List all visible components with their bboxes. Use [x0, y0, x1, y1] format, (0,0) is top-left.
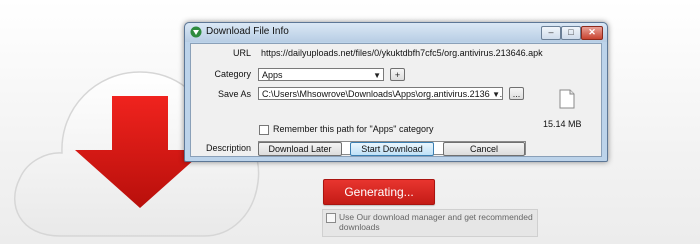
save-as-label: Save As — [217, 89, 251, 99]
start-download-button[interactable]: Start Download — [350, 142, 434, 156]
download-later-button[interactable]: Download Later — [258, 142, 342, 156]
cancel-button[interactable]: Cancel — [443, 142, 525, 156]
url-value: https://dailyuploads.net/files/0/ykuktdb… — [261, 48, 543, 58]
generating-button[interactable]: Generating... — [323, 179, 435, 205]
remember-path-checkbox[interactable] — [259, 125, 269, 135]
download-manager-text: Use Our download manager and get recomme… — [339, 212, 533, 232]
dialog-title: Download File Info — [206, 26, 289, 37]
description-label: Description — [205, 143, 251, 153]
browse-button[interactable]: ... — [509, 87, 524, 100]
dropdown-arrow-icon: ▼ — [490, 88, 500, 99]
remember-path-label: Remember this path for "Apps" category — [273, 124, 434, 134]
file-size: 15.14 MB — [543, 119, 582, 129]
download-manager-option[interactable]: Use Our download manager and get recomme… — [322, 209, 538, 237]
save-as-select[interactable]: C:\Users\Mhsowrove\Downloads\Apps\org.an… — [258, 87, 503, 100]
dropdown-arrow-icon: ▼ — [373, 71, 381, 80]
category-label: Category — [214, 69, 251, 79]
close-button[interactable]: ✕ — [581, 26, 603, 40]
app-logo-icon — [190, 26, 202, 38]
save-as-value: C:\Users\Mhsowrove\Downloads\Apps\org.an… — [262, 89, 503, 99]
download-file-info-dialog: Download File Info – □ ✕ URL https://dai… — [184, 22, 608, 162]
dialog-titlebar[interactable]: Download File Info – □ ✕ — [185, 23, 607, 42]
file-icon — [559, 89, 575, 109]
category-value: Apps — [262, 70, 283, 80]
minimize-button[interactable]: – — [541, 26, 561, 40]
dialog-body: URL https://dailyuploads.net/files/0/yku… — [190, 43, 602, 157]
add-category-button[interactable]: + — [390, 68, 405, 81]
download-manager-checkbox[interactable] — [326, 213, 336, 223]
url-label: URL — [232, 48, 251, 58]
maximize-button[interactable]: □ — [561, 26, 581, 40]
category-select[interactable]: Apps ▼ — [258, 68, 384, 81]
